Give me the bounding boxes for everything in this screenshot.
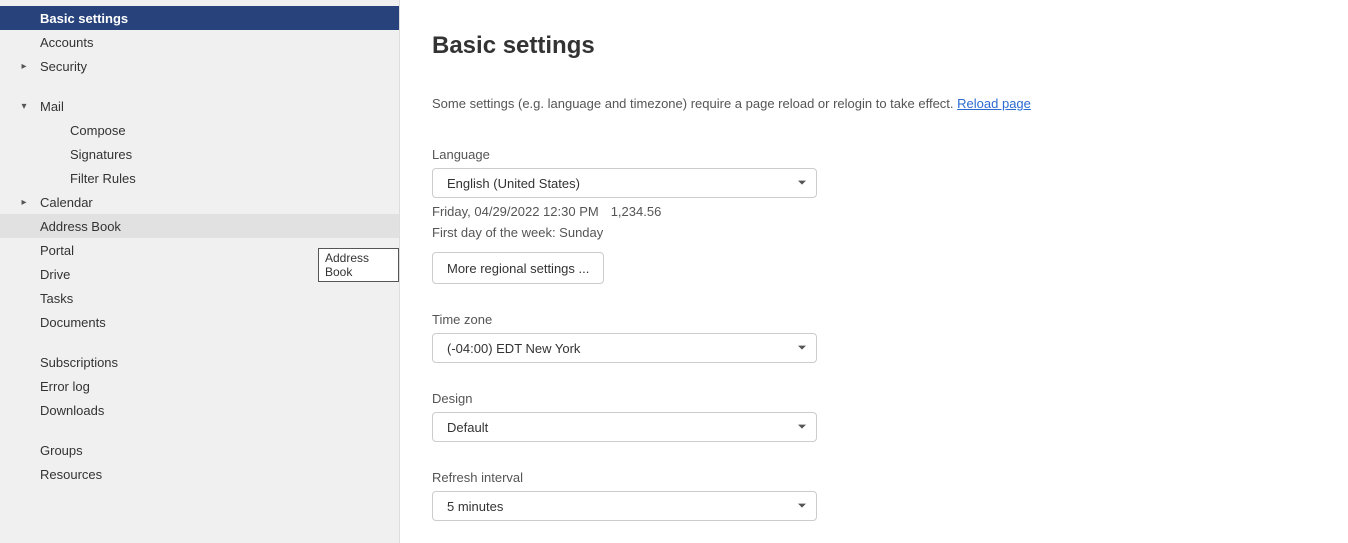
language-value: English (United States)	[447, 176, 580, 191]
sidebar-item-mail[interactable]: ▾ Mail	[0, 94, 399, 118]
refresh-group: Refresh interval 5 minutes	[432, 470, 1348, 521]
sidebar-item-label: Filter Rules	[70, 171, 136, 186]
nav-spacer	[0, 78, 399, 94]
language-group: Language English (United States) Friday,…	[432, 147, 1348, 284]
sidebar-item-label: Portal	[40, 243, 74, 258]
sidebar-item-groups[interactable]: Groups	[0, 438, 399, 462]
timezone-group: Time zone (-04:00) EDT New York	[432, 312, 1348, 363]
timezone-value: (-04:00) EDT New York	[447, 341, 580, 356]
nav-spacer	[0, 334, 399, 350]
settings-main: Basic settings Some settings (e.g. langu…	[400, 0, 1348, 543]
example-number: 1,234.56	[611, 204, 662, 219]
sidebar-item-error-log[interactable]: Error log	[0, 374, 399, 398]
design-value: Default	[447, 420, 488, 435]
sidebar-item-label: Mail	[40, 99, 64, 114]
sidebar-item-subscriptions[interactable]: Subscriptions	[0, 350, 399, 374]
nav-spacer	[0, 422, 399, 438]
sidebar-item-label: Tasks	[40, 291, 73, 306]
chevron-right-icon: ▸	[18, 61, 30, 72]
sidebar-item-label: Signatures	[70, 147, 132, 162]
refresh-select[interactable]: 5 minutes	[432, 491, 817, 521]
sidebar-item-tasks[interactable]: Tasks	[0, 286, 399, 310]
reload-page-link[interactable]: Reload page	[957, 96, 1031, 111]
page-title: Basic settings	[432, 32, 1348, 60]
sidebar-item-label: Documents	[40, 315, 106, 330]
design-label: Design	[432, 391, 1348, 406]
timezone-label: Time zone	[432, 312, 1348, 327]
sidebar-item-filter-rules[interactable]: Filter Rules	[0, 166, 399, 190]
sidebar-item-label: Calendar	[40, 195, 93, 210]
language-label: Language	[432, 147, 1348, 162]
sidebar-item-label: Security	[40, 59, 87, 74]
sidebar-item-resources[interactable]: Resources	[0, 462, 399, 486]
sidebar-item-address-book[interactable]: Address Book	[0, 214, 399, 238]
sidebar-item-label: Accounts	[40, 35, 93, 50]
sidebar-item-downloads[interactable]: Downloads	[0, 398, 399, 422]
sidebar-item-compose[interactable]: Compose	[0, 118, 399, 142]
sidebar-item-security[interactable]: ▸ Security	[0, 54, 399, 78]
design-group: Design Default	[432, 391, 1348, 442]
sidebar-item-basic-settings[interactable]: Basic settings	[0, 6, 399, 30]
example-date: Friday, 04/29/2022 12:30 PM	[432, 204, 599, 219]
sidebar-item-label: Subscriptions	[40, 355, 118, 370]
sidebar-item-label: Compose	[70, 123, 126, 138]
chevron-right-icon: ▸	[18, 197, 30, 208]
reload-notice: Some settings (e.g. language and timezon…	[432, 96, 1348, 111]
first-day-text: First day of the week: Sunday	[432, 225, 1348, 240]
sidebar-item-documents[interactable]: Documents	[0, 310, 399, 334]
sidebar-item-label: Resources	[40, 467, 102, 482]
sidebar-item-label: Error log	[40, 379, 90, 394]
sidebar-item-calendar[interactable]: ▸ Calendar	[0, 190, 399, 214]
design-select[interactable]: Default	[432, 412, 817, 442]
settings-sidebar: Basic settings Accounts ▸ Security ▾ Mail Comp…	[0, 0, 400, 543]
sidebar-item-label: Groups	[40, 443, 83, 458]
refresh-label: Refresh interval	[432, 470, 1348, 485]
sidebar-item-accounts[interactable]: Accounts	[0, 30, 399, 54]
chevron-down-icon: ▾	[18, 101, 30, 112]
sidebar-item-label: Basic settings	[40, 11, 128, 26]
language-select[interactable]: English (United States)	[432, 168, 817, 198]
sidebar-item-signatures[interactable]: Signatures	[0, 142, 399, 166]
sidebar-item-label: Drive	[40, 267, 70, 282]
timezone-select[interactable]: (-04:00) EDT New York	[432, 333, 817, 363]
sidebar-item-label: Downloads	[40, 403, 104, 418]
tooltip-address-book: Address Book	[318, 248, 399, 282]
notice-text: Some settings (e.g. language and timezon…	[432, 96, 957, 111]
refresh-value: 5 minutes	[447, 499, 503, 514]
language-example: Friday, 04/29/2022 12:30 PM 1,234.56	[432, 204, 1348, 219]
more-regional-button[interactable]: More regional settings ...	[432, 252, 604, 284]
sidebar-item-label: Address Book	[40, 219, 121, 234]
